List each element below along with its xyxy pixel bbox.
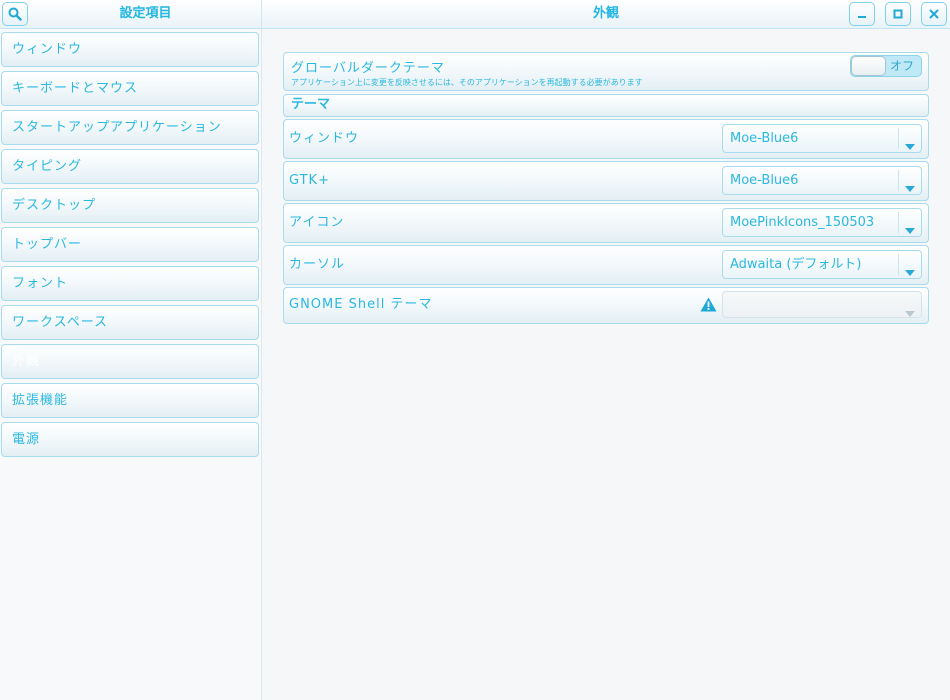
sidebar-item-label: 外観 [12, 354, 41, 369]
sidebar-item-label: キーボードとマウス [12, 81, 139, 96]
dark-theme-label: グローバルダークテーマ [291, 61, 445, 76]
sidebar-item-workspaces[interactable]: ワークスペース [1, 305, 259, 340]
combo-value: Moe-Blue6 [730, 173, 799, 188]
sidebar-item-appearance[interactable]: 外観 [1, 344, 259, 379]
sidebar-item-keyboard-mouse[interactable]: キーボードとマウス [1, 71, 259, 106]
page-header: 外観 [262, 0, 950, 29]
sidebar-item-label: ワークスペース [12, 315, 109, 330]
shell-theme-combo[interactable] [722, 291, 922, 318]
gtk-theme-combo[interactable]: Moe-Blue6 [722, 166, 922, 195]
window-theme-row: ウィンドウ Moe-Blue6 [283, 119, 929, 159]
sidebar-item-label: 拡張機能 [12, 393, 69, 408]
sidebar-header: 設定項目 [0, 0, 262, 29]
dark-theme-switch[interactable]: オフ [850, 55, 922, 77]
gtk-theme-row: GTK+ Moe-Blue6 [283, 161, 929, 201]
combo-separator [898, 254, 899, 275]
search-button[interactable] [2, 2, 28, 26]
icon-theme-label: アイコン [289, 215, 345, 230]
warning-icon [700, 297, 717, 316]
combo-separator [898, 170, 899, 191]
page-title: 外観 [592, 6, 619, 21]
sidebar-item-top-bar[interactable]: トップバー [1, 227, 259, 262]
switch-label: オフ [890, 59, 915, 73]
sidebar-item-label: 電源 [12, 432, 41, 447]
cursor-theme-label: カーソル [289, 257, 346, 272]
window-theme-combo[interactable]: Moe-Blue6 [722, 124, 922, 153]
sidebar-item-label: タイピング [12, 159, 83, 174]
sidebar-item-windows[interactable]: ウィンドウ [1, 32, 259, 67]
icon-theme-combo[interactable]: MoePinkIcons_150503 [722, 208, 922, 237]
sidebar-item-extensions[interactable]: 拡張機能 [1, 383, 259, 418]
chevron-down-icon [905, 261, 915, 280]
switch-knob [851, 56, 886, 76]
section-title: テーマ [291, 97, 331, 112]
sidebar-item-label: トップバー [12, 237, 83, 252]
minimize-button[interactable] [849, 2, 875, 26]
chevron-down-icon [905, 219, 915, 238]
cursor-theme-combo[interactable]: Adwaita (デフォルト) [722, 250, 922, 279]
sidebar-item-label: ウィンドウ [12, 42, 83, 57]
sidebar-item-typing[interactable]: タイピング [1, 149, 259, 184]
chevron-down-icon [905, 177, 915, 196]
combo-value: Adwaita (デフォルト) [730, 257, 862, 272]
theme-section-header: テーマ [283, 94, 929, 117]
gtk-theme-label: GTK+ [289, 173, 330, 188]
combo-separator [898, 128, 899, 149]
sidebar-item-fonts[interactable]: フォント [1, 266, 259, 301]
minimize-icon [857, 9, 867, 19]
sidebar-item-desktop[interactable]: デスクトップ [1, 188, 259, 223]
maximize-button[interactable] [885, 2, 911, 26]
sidebar-item-label: フォント [12, 276, 69, 291]
sidebar-item-startup-apps[interactable]: スタートアップアプリケーション [1, 110, 259, 145]
shell-theme-label: GNOME Shell テーマ [289, 297, 433, 312]
dark-theme-note: アプリケーション上に変更を反映させるには、そのアプリケーションを再起動する必要が… [291, 78, 643, 87]
sidebar-item-label: スタートアップアプリケーション [12, 120, 222, 135]
sidebar-title: 設定項目 [119, 6, 172, 21]
chevron-down-icon [905, 135, 915, 154]
sidebar-item-power[interactable]: 電源 [1, 422, 259, 457]
combo-value: MoePinkIcons_150503 [730, 215, 875, 230]
cursor-theme-row: カーソル Adwaita (デフォルト) [283, 245, 929, 285]
maximize-icon [893, 9, 903, 19]
chevron-down-icon [905, 302, 915, 321]
sidebar: ウィンドウ キーボードとマウス スタートアップアプリケーション タイピング デス… [0, 29, 262, 700]
close-button[interactable] [921, 2, 947, 26]
icon-theme-row: アイコン MoePinkIcons_150503 [283, 203, 929, 243]
shell-theme-row: GNOME Shell テーマ [283, 287, 929, 324]
search-icon [8, 7, 22, 21]
combo-value: Moe-Blue6 [730, 131, 799, 146]
sidebar-item-label: デスクトップ [12, 198, 97, 213]
window-theme-label: ウィンドウ [289, 131, 360, 146]
combo-separator [898, 212, 899, 233]
dark-theme-card: グローバルダークテーマ アプリケーション上に変更を反映させるには、そのアプリケー… [283, 52, 929, 91]
close-icon [929, 9, 939, 19]
